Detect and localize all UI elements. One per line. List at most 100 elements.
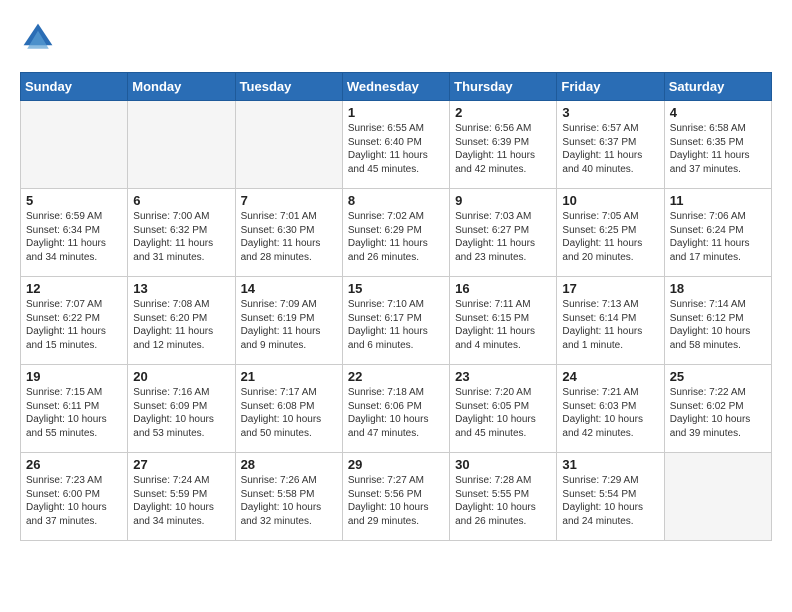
day-number: 16 <box>455 281 551 296</box>
day-number: 12 <box>26 281 122 296</box>
calendar-cell: 8 Sunrise: 7:02 AMSunset: 6:29 PMDaylight… <box>342 189 449 277</box>
calendar-cell: 20 Sunrise: 7:16 AMSunset: 6:09 PMDayligh… <box>128 365 235 453</box>
day-info: Sunrise: 7:26 AMSunset: 5:58 PMDaylight:… <box>241 474 337 528</box>
calendar-cell: 9 Sunrise: 7:03 AMSunset: 6:27 PMDaylight… <box>450 189 557 277</box>
day-number: 27 <box>133 457 229 472</box>
calendar-cell: 1 Sunrise: 6:55 AMSunset: 6:40 PMDaylight… <box>342 101 449 189</box>
day-number: 18 <box>670 281 766 296</box>
day-number: 19 <box>26 369 122 384</box>
day-info: Sunrise: 6:56 AMSunset: 6:39 PMDaylight:… <box>455 122 551 176</box>
day-number: 28 <box>241 457 337 472</box>
calendar-cell: 5 Sunrise: 6:59 AMSunset: 6:34 PMDaylight… <box>21 189 128 277</box>
day-info: Sunrise: 7:27 AMSunset: 5:56 PMDaylight:… <box>348 474 444 528</box>
weekday-header: Wednesday <box>342 73 449 101</box>
day-number: 14 <box>241 281 337 296</box>
day-number: 17 <box>562 281 658 296</box>
weekday-header: Tuesday <box>235 73 342 101</box>
calendar-cell: 28 Sunrise: 7:26 AMSunset: 5:58 PMDayligh… <box>235 453 342 541</box>
calendar-cell: 27 Sunrise: 7:24 AMSunset: 5:59 PMDayligh… <box>128 453 235 541</box>
weekday-header: Sunday <box>21 73 128 101</box>
calendar-week-row: 12 Sunrise: 7:07 AMSunset: 6:22 PMDayligh… <box>21 277 772 365</box>
day-info: Sunrise: 7:09 AMSunset: 6:19 PMDaylight:… <box>241 298 337 352</box>
calendar-cell: 2 Sunrise: 6:56 AMSunset: 6:39 PMDaylight… <box>450 101 557 189</box>
weekday-header: Thursday <box>450 73 557 101</box>
day-number: 25 <box>670 369 766 384</box>
day-info: Sunrise: 7:05 AMSunset: 6:25 PMDaylight:… <box>562 210 658 264</box>
day-number: 20 <box>133 369 229 384</box>
calendar-cell: 13Sunrise: 7:08 AMSunset: 6:20 PMDayligh… <box>128 277 235 365</box>
day-number: 9 <box>455 193 551 208</box>
calendar-cell <box>128 101 235 189</box>
calendar-cell: 16 Sunrise: 7:11 AMSunset: 6:15 PMDayligh… <box>450 277 557 365</box>
calendar-cell: 22 Sunrise: 7:18 AMSunset: 6:06 PMDayligh… <box>342 365 449 453</box>
day-info: Sunrise: 6:59 AMSunset: 6:34 PMDaylight:… <box>26 210 122 264</box>
day-info: Sunrise: 7:18 AMSunset: 6:06 PMDaylight:… <box>348 386 444 440</box>
calendar-table: SundayMondayTuesdayWednesdayThursdayFrid… <box>20 72 772 541</box>
day-number: 15 <box>348 281 444 296</box>
day-number: 1 <box>348 105 444 120</box>
day-info: Sunrise: 7:14 AMSunset: 6:12 PMDaylight:… <box>670 298 766 352</box>
calendar-cell: 31 Sunrise: 7:29 AMSunset: 5:54 PMDayligh… <box>557 453 664 541</box>
calendar-week-row: 19Sunrise: 7:15 AMSunset: 6:11 PMDayligh… <box>21 365 772 453</box>
day-info: Sunrise: 7:13 AMSunset: 6:14 PMDaylight:… <box>562 298 658 352</box>
day-info: Sunrise: 7:23 AMSunset: 6:00 PMDaylight:… <box>26 474 122 528</box>
calendar-cell: 11 Sunrise: 7:06 AMSunset: 6:24 PMDayligh… <box>664 189 771 277</box>
weekday-header: Monday <box>128 73 235 101</box>
page-header <box>20 20 772 56</box>
calendar-cell: 30Sunrise: 7:28 AMSunset: 5:55 PMDayligh… <box>450 453 557 541</box>
day-number: 31 <box>562 457 658 472</box>
calendar-cell: 14 Sunrise: 7:09 AMSunset: 6:19 PMDayligh… <box>235 277 342 365</box>
day-number: 2 <box>455 105 551 120</box>
calendar-cell: 17 Sunrise: 7:13 AMSunset: 6:14 PMDayligh… <box>557 277 664 365</box>
calendar-cell: 24Sunrise: 7:21 AMSunset: 6:03 PMDayligh… <box>557 365 664 453</box>
day-number: 5 <box>26 193 122 208</box>
day-number: 24 <box>562 369 658 384</box>
day-info: Sunrise: 7:11 AMSunset: 6:15 PMDaylight:… <box>455 298 551 352</box>
calendar-cell: 7Sunrise: 7:01 AMSunset: 6:30 PMDaylight… <box>235 189 342 277</box>
day-info: Sunrise: 6:55 AMSunset: 6:40 PMDaylight:… <box>348 122 444 176</box>
calendar-cell <box>664 453 771 541</box>
calendar-cell: 12 Sunrise: 7:07 AMSunset: 6:22 PMDayligh… <box>21 277 128 365</box>
calendar-cell: 6Sunrise: 7:00 AMSunset: 6:32 PMDaylight… <box>128 189 235 277</box>
day-info: Sunrise: 7:03 AMSunset: 6:27 PMDaylight:… <box>455 210 551 264</box>
weekday-header: Friday <box>557 73 664 101</box>
calendar-cell: 3 Sunrise: 6:57 AMSunset: 6:37 PMDaylight… <box>557 101 664 189</box>
day-number: 29 <box>348 457 444 472</box>
logo <box>20 20 62 56</box>
day-info: Sunrise: 7:06 AMSunset: 6:24 PMDaylight:… <box>670 210 766 264</box>
day-number: 21 <box>241 369 337 384</box>
day-info: Sunrise: 7:02 AMSunset: 6:29 PMDaylight:… <box>348 210 444 264</box>
logo-icon <box>20 20 56 56</box>
day-number: 26 <box>26 457 122 472</box>
calendar-cell <box>21 101 128 189</box>
calendar-cell: 29 Sunrise: 7:27 AMSunset: 5:56 PMDayligh… <box>342 453 449 541</box>
day-number: 10 <box>562 193 658 208</box>
day-number: 6 <box>133 193 229 208</box>
day-info: Sunrise: 7:29 AMSunset: 5:54 PMDaylight:… <box>562 474 658 528</box>
weekday-header: Saturday <box>664 73 771 101</box>
calendar-week-row: 5 Sunrise: 6:59 AMSunset: 6:34 PMDaylight… <box>21 189 772 277</box>
calendar-cell: 23Sunrise: 7:20 AMSunset: 6:05 PMDayligh… <box>450 365 557 453</box>
calendar-cell: 10 Sunrise: 7:05 AMSunset: 6:25 PMDayligh… <box>557 189 664 277</box>
calendar-cell: 26 Sunrise: 7:23 AMSunset: 6:00 PMDayligh… <box>21 453 128 541</box>
day-number: 13 <box>133 281 229 296</box>
day-number: 11 <box>670 193 766 208</box>
day-info: Sunrise: 7:10 AMSunset: 6:17 PMDaylight:… <box>348 298 444 352</box>
calendar-cell <box>235 101 342 189</box>
day-info: Sunrise: 7:07 AMSunset: 6:22 PMDaylight:… <box>26 298 122 352</box>
day-info: Sunrise: 6:58 AMSunset: 6:35 PMDaylight:… <box>670 122 766 176</box>
day-number: 8 <box>348 193 444 208</box>
calendar-header-row: SundayMondayTuesdayWednesdayThursdayFrid… <box>21 73 772 101</box>
calendar-cell: 15 Sunrise: 7:10 AMSunset: 6:17 PMDayligh… <box>342 277 449 365</box>
calendar-cell: 25Sunrise: 7:22 AMSunset: 6:02 PMDayligh… <box>664 365 771 453</box>
calendar-week-row: 26 Sunrise: 7:23 AMSunset: 6:00 PMDayligh… <box>21 453 772 541</box>
day-info: Sunrise: 7:16 AMSunset: 6:09 PMDaylight:… <box>133 386 229 440</box>
day-info: Sunrise: 7:20 AMSunset: 6:05 PMDaylight:… <box>455 386 551 440</box>
day-info: Sunrise: 7:24 AMSunset: 5:59 PMDaylight:… <box>133 474 229 528</box>
calendar-cell: 18 Sunrise: 7:14 AMSunset: 6:12 PMDayligh… <box>664 277 771 365</box>
day-number: 3 <box>562 105 658 120</box>
day-info: Sunrise: 6:57 AMSunset: 6:37 PMDaylight:… <box>562 122 658 176</box>
day-number: 7 <box>241 193 337 208</box>
day-number: 22 <box>348 369 444 384</box>
day-info: Sunrise: 7:17 AMSunset: 6:08 PMDaylight:… <box>241 386 337 440</box>
